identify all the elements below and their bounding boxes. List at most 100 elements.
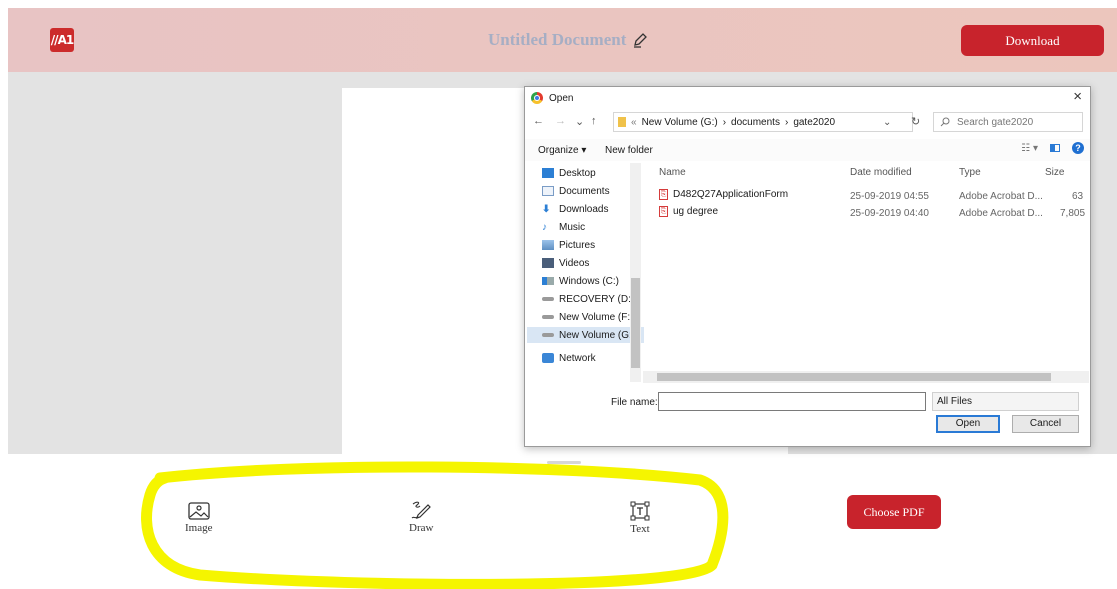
back-arrow-icon[interactable]: ← [533,115,544,127]
close-icon[interactable]: × [1073,88,1082,105]
pdf-file-icon: ⎘ [659,206,668,217]
view-options-icon[interactable]: ☷ ▾ [1021,143,1038,154]
nav-item-label: New Volume (G:) [559,329,636,341]
nav-item-label: New Volume (F:) [559,311,634,323]
nav-item-label: Windows (C:) [559,275,620,287]
forward-arrow-icon[interactable]: → [555,115,566,127]
nav-item-label: Music [559,221,586,233]
downloads-icon: ⬇ [542,203,551,215]
document-title[interactable]: Untitled Document [488,30,648,50]
nav-item-videos[interactable]: Videos [542,255,589,271]
refresh-icon[interactable]: ↻ [911,115,920,128]
drive-icon [542,315,554,319]
nav-item-label: Downloads [559,203,609,215]
nav-item-network[interactable]: Network [542,350,596,366]
address-segment[interactable]: New Volume (G:) [642,117,718,128]
nav-item-downloads[interactable]: ⬇ Downloads [542,201,608,217]
file-type: Adobe Acrobat D... [959,208,1043,219]
network-icon [542,353,554,363]
dialog-toolbar: Organize ▾ New folder ☷ ▾ ? [525,139,1090,161]
chevron-right-icon[interactable]: › [723,117,726,128]
open-button[interactable]: Open [936,415,1000,433]
choose-pdf-button[interactable]: Choose PDF [847,495,941,529]
address-segment: « [631,116,637,128]
address-segment[interactable]: documents [731,117,780,128]
address-dropdown-icon[interactable]: ⌄ [883,117,891,128]
file-name[interactable]: D482Q27ApplicationForm [673,189,788,200]
search-placeholder: Search gate2020 [957,116,1034,128]
column-header-size[interactable]: Size [1045,167,1064,178]
recent-locations-icon[interactable]: ⌄ [575,115,584,128]
draw-tool[interactable]: Draw [409,500,433,534]
nav-item-new-volume-g[interactable]: New Volume (G:) [527,327,644,343]
up-arrow-icon[interactable]: ↑ [591,115,597,127]
folder-icon [618,117,626,127]
new-folder-button[interactable]: New folder [605,145,653,156]
preview-pane-icon[interactable] [1050,144,1060,152]
text-tool[interactable]: Text [630,501,650,535]
draw-tool-label: Draw [409,522,434,534]
nav-item-label: Documents [559,185,610,197]
text-tool-label: Text [630,523,650,535]
organize-menu[interactable]: Organize ▾ [538,145,586,156]
help-icon[interactable]: ? [1072,142,1084,154]
file-date: 25-09-2019 04:40 [850,208,929,219]
nav-item-pictures[interactable]: Pictures [542,237,595,253]
file-type-select[interactable]: All Files [932,392,1079,411]
column-header-name[interactable]: Name [659,167,686,178]
download-button[interactable]: Download [961,25,1104,56]
file-name-input[interactable] [658,392,926,411]
dialog-titlebar: Open [531,92,573,104]
chrome-icon [531,92,543,104]
drive-icon [542,333,554,337]
image-tool[interactable]: Image [185,502,212,534]
app-header: //A1 Untitled Document Download [8,8,1117,72]
drive-icon [542,297,554,301]
nav-item-desktop[interactable]: Desktop [542,165,596,181]
file-size: 7,805 [1060,208,1086,219]
pdf-file-icon: ⎘ [659,189,668,200]
nav-item-label: Network [559,352,596,364]
file-row[interactable]: ⎘ ug degree [659,206,718,217]
navigation-pane: Desktop Documents ⬇ Downloads ♪ Music Pi… [525,163,644,373]
music-icon: ♪ [542,221,547,233]
image-tool-label: Image [185,522,213,534]
address-bar[interactable]: « New Volume (G:) › documents › gate2020 [613,112,913,132]
address-segment[interactable]: gate2020 [793,117,835,128]
draw-icon [411,501,432,519]
scrollbar-thumb[interactable] [657,373,1051,381]
column-header-type[interactable]: Type [959,167,981,178]
dialog-title: Open [549,92,574,104]
nav-item-label: Pictures [559,239,596,251]
search-icon [940,117,950,127]
nav-item-new-volume-f[interactable]: New Volume (F:) [542,309,633,325]
nav-item-recovery-d[interactable]: RECOVERY (D:) [542,291,634,307]
file-row[interactable]: ⎘ D482Q27ApplicationForm [659,189,788,200]
nav-pane-scrollbar[interactable] [630,163,641,382]
file-size: 63 [1072,191,1084,202]
nav-item-label: RECOVERY (D:) [559,293,635,305]
cancel-button[interactable]: Cancel [1012,415,1079,433]
chevron-right-icon[interactable]: › [785,117,788,128]
navigation-bar: ← → ⌄ ↑ « New Volume (G:) › documents › … [533,112,1083,134]
search-box[interactable]: Search gate2020 [933,112,1083,132]
nav-item-documents[interactable]: Documents [542,183,610,199]
column-header-date[interactable]: Date modified [850,167,912,178]
view-controls: ☷ ▾ ? [1021,142,1084,154]
edit-pencil-icon[interactable] [632,32,648,48]
pictures-icon [542,240,554,250]
desktop-icon [542,168,554,178]
app-logo[interactable]: //A1 [50,28,74,52]
scrollbar-thumb[interactable] [631,278,640,368]
text-icon [630,501,650,521]
nav-item-windows-c[interactable]: Windows (C:) [542,273,619,289]
document-title-text[interactable]: Untitled Document [488,30,626,50]
image-icon [188,502,210,520]
resize-handle[interactable] [547,461,581,464]
file-name[interactable]: ug degree [673,206,718,217]
file-date: 25-09-2019 04:55 [850,191,929,202]
nav-item-label: Videos [559,257,590,269]
nav-item-label: Desktop [559,167,596,179]
nav-item-music[interactable]: ♪ Music [542,219,585,235]
file-list-scrollbar[interactable] [643,371,1089,383]
